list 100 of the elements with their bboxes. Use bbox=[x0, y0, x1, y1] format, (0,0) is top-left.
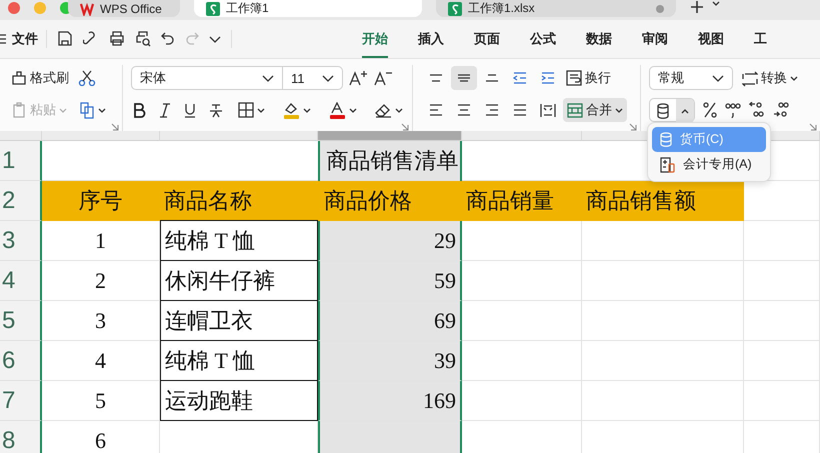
document-tab[interactable]: 工作簿1.xlsx bbox=[436, 0, 676, 17]
table-cell: 6 bbox=[42, 421, 160, 453]
convert-button[interactable]: 转换 bbox=[739, 67, 801, 89]
row-number[interactable]: 3 bbox=[0, 221, 42, 261]
percent-icon[interactable] bbox=[703, 102, 717, 118]
ribbon-tab[interactable]: 数据 bbox=[586, 20, 612, 58]
chevron-down-icon[interactable] bbox=[209, 34, 221, 44]
table-cell: 39 bbox=[318, 341, 462, 381]
row-number[interactable]: 7 bbox=[0, 381, 42, 421]
spreadsheet-icon bbox=[206, 2, 220, 16]
document-tab[interactable]: 工作簿1 bbox=[194, 0, 422, 17]
format-painter-button[interactable]: 格式刷 bbox=[8, 67, 72, 89]
convert-icon bbox=[742, 70, 758, 86]
italic-icon[interactable] bbox=[158, 102, 171, 118]
caret-up-icon bbox=[681, 108, 689, 114]
coins-icon bbox=[657, 103, 669, 119]
expand-corner-icon[interactable] bbox=[629, 123, 637, 131]
ribbon-tab[interactable]: 工 bbox=[754, 20, 767, 58]
borders-icon[interactable] bbox=[238, 102, 254, 118]
increase-font-icon[interactable] bbox=[349, 70, 368, 86]
caret-icon[interactable] bbox=[615, 106, 623, 114]
wrap-text-button[interactable]: 换行 bbox=[563, 67, 614, 89]
row-number[interactable]: 4 bbox=[0, 261, 42, 301]
merge-icon bbox=[567, 102, 583, 118]
caret-icon[interactable] bbox=[349, 106, 357, 114]
caret-icon bbox=[59, 106, 67, 114]
caret-icon[interactable] bbox=[257, 106, 265, 114]
file-menu[interactable]: 文件 bbox=[12, 30, 38, 48]
caret-icon[interactable] bbox=[303, 106, 311, 114]
thousands-separator-icon[interactable] bbox=[725, 102, 741, 118]
modified-dot-icon bbox=[656, 4, 664, 12]
align-center-icon[interactable] bbox=[456, 103, 472, 117]
undo-icon[interactable] bbox=[161, 31, 175, 47]
window-control-icon[interactable] bbox=[8, 2, 20, 14]
distribute-icon[interactable] bbox=[540, 103, 556, 117]
ribbon-tab[interactable]: 页面 bbox=[474, 20, 500, 58]
row-number[interactable]: 1 bbox=[0, 141, 42, 181]
expand-corner-icon[interactable] bbox=[401, 123, 409, 131]
align-icon bbox=[485, 74, 499, 82]
decrease-indent-icon[interactable] bbox=[512, 71, 528, 85]
expand-corner-icon[interactable] bbox=[111, 123, 119, 131]
expand-corner-icon[interactable] bbox=[809, 123, 817, 131]
save-icon[interactable] bbox=[57, 31, 73, 47]
number-format-select[interactable]: 常规 bbox=[649, 66, 733, 90]
align-icon bbox=[429, 74, 443, 82]
caret-icon[interactable] bbox=[790, 74, 798, 82]
row-number[interactable]: 2 bbox=[0, 181, 42, 221]
header-cell: 商品名称 bbox=[160, 181, 318, 221]
print-preview-icon[interactable] bbox=[135, 31, 151, 47]
wps-logo-icon bbox=[80, 2, 94, 16]
fill-color-icon[interactable] bbox=[283, 102, 300, 118]
align-left-icon[interactable] bbox=[428, 103, 444, 117]
ribbon-tab[interactable]: 审阅 bbox=[642, 20, 668, 58]
table-cell: 69 bbox=[318, 301, 462, 341]
table-cell: 29 bbox=[318, 221, 462, 261]
brush-icon bbox=[11, 70, 27, 86]
table-cell: 5 bbox=[42, 381, 160, 421]
underline-icon[interactable] bbox=[183, 102, 197, 118]
merge-button[interactable]: 合并 bbox=[563, 98, 627, 122]
spreadsheet-icon bbox=[448, 2, 462, 16]
coins-icon bbox=[660, 132, 672, 147]
row-number[interactable]: 5 bbox=[0, 301, 42, 341]
ribbon-tab[interactable]: 插入 bbox=[418, 20, 444, 58]
table-cell: 3 bbox=[42, 301, 160, 341]
vertical-align-button[interactable] bbox=[451, 66, 477, 90]
increase-indent-icon[interactable] bbox=[540, 71, 556, 85]
font-size-select[interactable]: 11 bbox=[282, 66, 343, 90]
bold-icon[interactable] bbox=[133, 102, 146, 118]
sheet-title: 商品销售清单 bbox=[326, 146, 458, 174]
copy-icon bbox=[79, 102, 95, 118]
align-right-icon[interactable] bbox=[484, 103, 500, 117]
decrease-decimal-icon[interactable] bbox=[773, 102, 789, 118]
table-cell: 4 bbox=[42, 341, 160, 381]
clipboard-icon bbox=[11, 102, 27, 118]
header-cell: 序号 bbox=[42, 181, 160, 221]
table-cell: 169 bbox=[318, 381, 462, 421]
ledger-icon bbox=[660, 156, 675, 172]
row-number[interactable]: 8 bbox=[0, 421, 42, 453]
cut-icon[interactable] bbox=[78, 70, 96, 86]
new-tab-icon[interactable] bbox=[690, 0, 704, 14]
ribbon-tab[interactable]: 公式 bbox=[530, 20, 556, 58]
eraser-icon[interactable] bbox=[375, 102, 392, 118]
increase-decimal-icon[interactable] bbox=[749, 102, 765, 118]
wrap-icon bbox=[566, 70, 582, 86]
grid-cell[interactable] bbox=[318, 421, 462, 453]
caret-icon[interactable] bbox=[712, 0, 720, 7]
align-icon bbox=[457, 74, 471, 82]
decrease-font-icon[interactable] bbox=[374, 70, 393, 86]
strikethrough-icon[interactable] bbox=[209, 102, 223, 118]
font-color-icon[interactable] bbox=[329, 102, 346, 118]
print-icon[interactable] bbox=[109, 31, 125, 47]
caret-icon[interactable] bbox=[395, 106, 403, 114]
chevron-down-icon bbox=[712, 74, 724, 82]
header-cell: 商品销售额 bbox=[582, 181, 744, 221]
ribbon-tab[interactable]: 视图 bbox=[698, 20, 724, 58]
font-select[interactable]: 宋体 bbox=[131, 66, 283, 90]
caret-icon bbox=[98, 106, 106, 114]
row-number[interactable]: 6 bbox=[0, 341, 42, 381]
document-tab[interactable]: WPS Office bbox=[68, 0, 180, 17]
justify-icon[interactable] bbox=[512, 103, 528, 117]
